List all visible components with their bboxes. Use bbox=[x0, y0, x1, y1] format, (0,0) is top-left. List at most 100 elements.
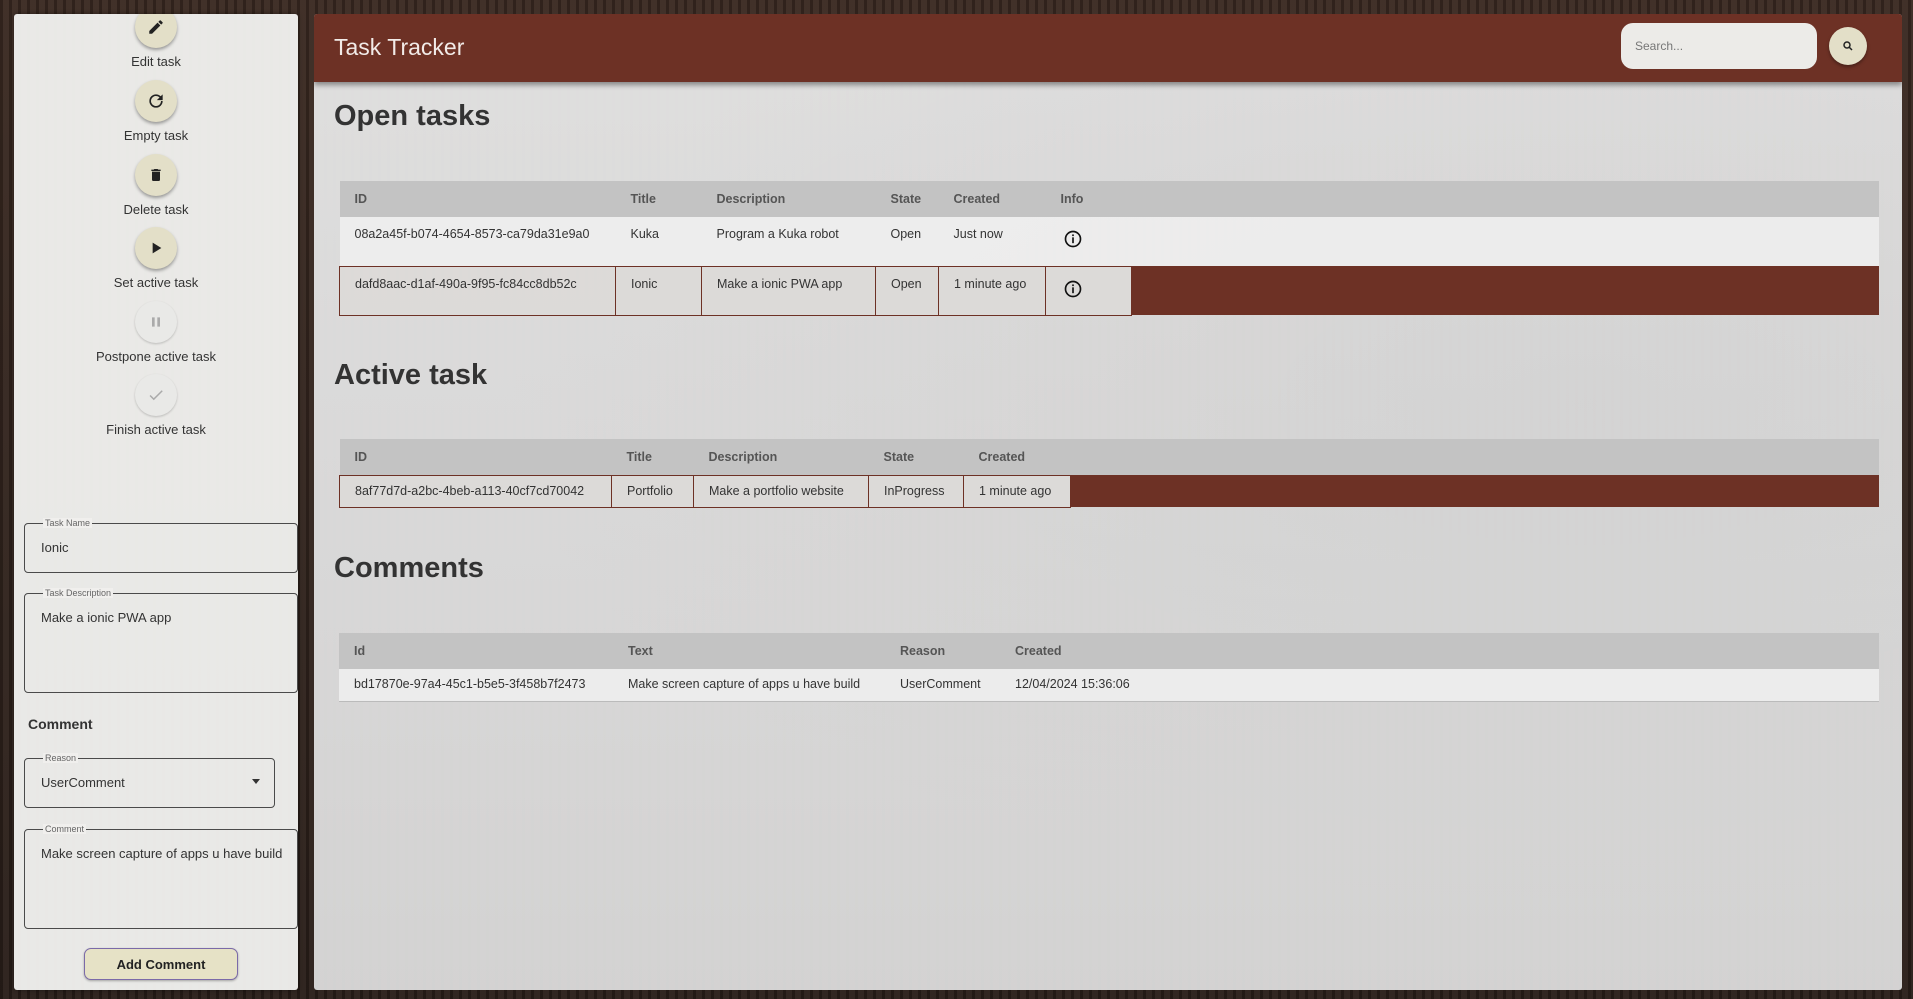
column-header-id[interactable]: ID bbox=[339, 181, 616, 217]
postpone-active-task-label: Postpone active task bbox=[96, 349, 216, 364]
task-description-legend: Task Description bbox=[43, 588, 114, 598]
cell-filler bbox=[1131, 217, 1879, 266]
search-icon bbox=[1843, 41, 1853, 51]
set-active-task-button[interactable] bbox=[135, 227, 177, 269]
cell-state: InProgress bbox=[868, 474, 964, 508]
trash-icon bbox=[151, 169, 161, 181]
column-header-created[interactable]: Created bbox=[1000, 633, 1160, 669]
cell-created: 1 minute ago bbox=[963, 474, 1071, 508]
column-header-state[interactable]: State bbox=[875, 181, 939, 217]
comment-legend: Comment bbox=[43, 824, 87, 834]
chevron-down-icon[interactable] bbox=[252, 779, 260, 784]
cell-created: Just now bbox=[938, 217, 1046, 266]
refresh-icon bbox=[149, 94, 163, 108]
edit-task-action: Edit task bbox=[14, 14, 298, 69]
cell-filler bbox=[1160, 669, 1879, 702]
comment-field[interactable]: Comment Make screen capture of apps u ha… bbox=[24, 824, 298, 929]
column-header-description[interactable]: Description bbox=[701, 181, 876, 217]
set-active-task-label: Set active task bbox=[113, 275, 199, 290]
task-description-value: Make a ionic PWA app bbox=[41, 610, 172, 625]
cell-info bbox=[1045, 217, 1132, 266]
column-header-reason[interactable]: Reason bbox=[885, 633, 1000, 669]
column-header-text[interactable]: Text bbox=[613, 633, 885, 669]
app-bar: Task Tracker bbox=[314, 14, 1902, 82]
active-task-title: Active task bbox=[334, 359, 488, 391]
pencil-icon bbox=[149, 20, 163, 34]
finish-active-task-label: Finish active task bbox=[106, 422, 206, 437]
main-panel: Task Tracker Open tasks ID Title Descrip… bbox=[314, 14, 1902, 990]
table-row[interactable]: bd17870e-97a4-45c1-b5e5-3f458b7f2473 Mak… bbox=[339, 669, 1879, 702]
comments-table: Id Text Reason Created bd17870e-97a4-45c… bbox=[339, 633, 1879, 702]
open-tasks-title: Open tasks bbox=[334, 100, 491, 132]
column-header-title[interactable]: Title bbox=[611, 439, 694, 475]
cell-filler bbox=[1070, 475, 1879, 507]
column-header-created[interactable]: Created bbox=[938, 181, 1046, 217]
active-task-table: ID Title Description State Created 8af77… bbox=[339, 439, 1879, 508]
delete-task-label: Delete task bbox=[123, 202, 189, 217]
pause-icon bbox=[152, 317, 160, 327]
column-header-filler bbox=[1070, 439, 1879, 475]
task-description-field[interactable]: Task Description Make a ionic PWA app bbox=[24, 588, 298, 693]
comments-title: Comments bbox=[334, 552, 484, 584]
cell-id: dafd8aac-d1af-490a-9f95-fc84cc8db52c bbox=[339, 265, 616, 316]
comment-heading: Comment bbox=[28, 716, 93, 732]
table-row[interactable]: 8af77d7d-a2bc-4beb-a113-40cf7cd70042 Por… bbox=[339, 474, 1879, 508]
search-input[interactable] bbox=[1621, 23, 1817, 69]
column-header-filler bbox=[1131, 181, 1879, 217]
column-header-filler bbox=[1160, 633, 1879, 669]
check-icon bbox=[149, 390, 163, 401]
cell-description: Make a portfolio website bbox=[693, 474, 869, 508]
postpone-active-task-action: Postpone active task bbox=[14, 301, 298, 364]
cell-created: 1 minute ago bbox=[938, 265, 1046, 316]
cell-id: 8af77d7d-a2bc-4beb-a113-40cf7cd70042 bbox=[339, 474, 612, 508]
column-header-description[interactable]: Description bbox=[693, 439, 869, 475]
finish-active-task-button[interactable] bbox=[135, 374, 177, 416]
cell-info bbox=[1045, 265, 1132, 316]
column-header-state[interactable]: State bbox=[868, 439, 964, 475]
column-header-info[interactable]: Info bbox=[1045, 181, 1132, 217]
task-name-field[interactable]: Task Name Ionic bbox=[24, 518, 298, 573]
table-header-row: ID Title Description State Created bbox=[339, 439, 1879, 475]
cell-title: Portfolio bbox=[611, 474, 694, 508]
sidebar: Edit task Empty task Delete task Set act… bbox=[14, 14, 298, 990]
column-header-id[interactable]: ID bbox=[339, 439, 612, 475]
table-row-selected[interactable]: dafd8aac-d1af-490a-9f95-fc84cc8db52c Ion… bbox=[339, 265, 1879, 316]
cell-description: Program a Kuka robot bbox=[701, 217, 876, 266]
comment-value: Make screen capture of apps u have build bbox=[41, 846, 283, 861]
cell-text: Make screen capture of apps u have build bbox=[613, 669, 885, 702]
delete-task-action: Delete task bbox=[14, 154, 298, 217]
add-comment-button[interactable]: Add Comment bbox=[84, 948, 238, 980]
finish-active-task-action: Finish active task bbox=[14, 374, 298, 437]
column-header-title[interactable]: Title bbox=[615, 181, 702, 217]
column-header-id[interactable]: Id bbox=[339, 633, 613, 669]
cell-description: Make a ionic PWA app bbox=[701, 265, 876, 316]
cell-id: 08a2a45f-b074-4654-8573-ca79da31e9a0 bbox=[339, 217, 616, 266]
set-active-task-action: Set active task bbox=[14, 227, 298, 290]
empty-task-action: Empty task bbox=[14, 80, 298, 143]
cell-reason: UserComment bbox=[885, 669, 1000, 702]
cell-state: Open bbox=[875, 265, 939, 316]
empty-task-button[interactable] bbox=[135, 80, 177, 122]
cell-created: 12/04/2024 15:36:06 bbox=[1000, 669, 1160, 702]
cell-id: bd17870e-97a4-45c1-b5e5-3f458b7f2473 bbox=[339, 669, 613, 702]
reason-legend: Reason bbox=[43, 753, 79, 763]
postpone-active-task-button[interactable] bbox=[135, 301, 177, 343]
reason-value: UserComment bbox=[41, 775, 125, 790]
task-name-value: Ionic bbox=[41, 540, 69, 555]
search-button[interactable] bbox=[1829, 27, 1867, 65]
info-icon[interactable] bbox=[1063, 229, 1083, 249]
play-icon bbox=[152, 242, 162, 254]
open-tasks-table: ID Title Description State Created Info … bbox=[339, 181, 1879, 316]
table-header-row: Id Text Reason Created bbox=[339, 633, 1879, 669]
task-name-legend: Task Name bbox=[43, 518, 93, 528]
reason-select[interactable]: Reason UserComment bbox=[24, 753, 275, 808]
table-header-row: ID Title Description State Created Info bbox=[339, 181, 1879, 217]
table-row[interactable]: 08a2a45f-b074-4654-8573-ca79da31e9a0 Kuk… bbox=[339, 217, 1879, 266]
column-header-created[interactable]: Created bbox=[963, 439, 1071, 475]
cell-filler bbox=[1131, 266, 1879, 315]
delete-task-button[interactable] bbox=[135, 154, 177, 196]
edit-task-button[interactable] bbox=[135, 14, 177, 48]
info-icon[interactable] bbox=[1063, 279, 1083, 299]
cell-title: Ionic bbox=[615, 265, 702, 316]
cell-title: Kuka bbox=[615, 217, 702, 266]
